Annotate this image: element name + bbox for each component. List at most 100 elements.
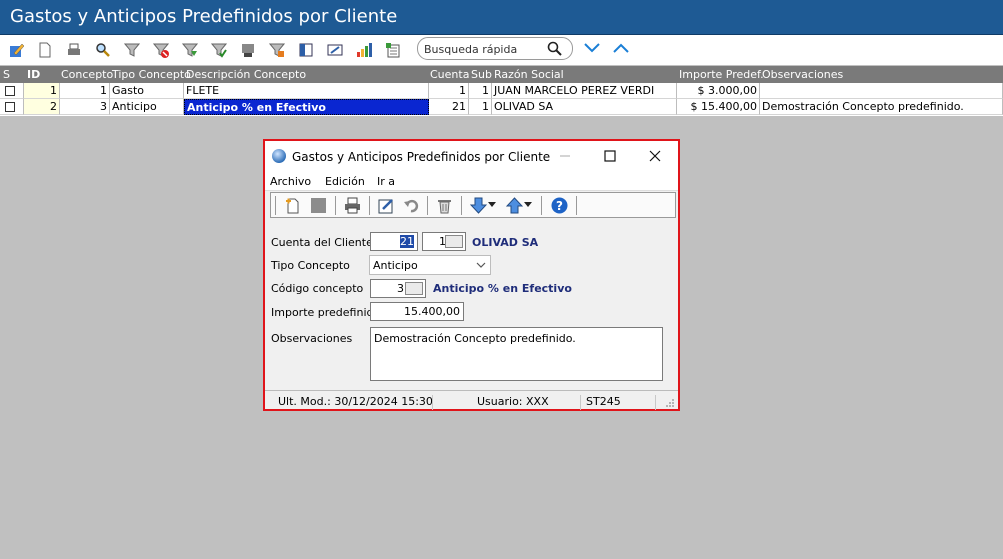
codigo-description: Anticipo % en Efectivo [433,282,572,295]
minimize-icon[interactable] [556,147,574,165]
dialog-title: Gastos y Anticipos Predefinidos por Clie… [292,150,551,164]
edit-icon[interactable] [377,196,395,214]
header-descripcion[interactable]: Descripción Concepto [186,68,306,81]
chevron-down-icon[interactable] [582,40,602,56]
table-row[interactable]: 2 3 Anticipo Anticipo % en Efectivo 21 1… [0,99,1003,115]
search-icon[interactable] [547,41,562,59]
cuenta-value: 21 [400,235,414,248]
new-record-icon[interactable] [283,196,301,214]
table-row[interactable]: 1 1 Gasto FLETE 1 1 JUAN MARCELO PEREZ V… [0,83,1003,99]
cell-observaciones [760,83,1003,99]
codigo-label: Código concepto [271,282,364,295]
importe-label: Importe predefinido [271,306,381,319]
search-input[interactable] [424,41,544,57]
toolbar-separator [335,196,336,215]
lookup-icon[interactable] [405,282,423,295]
chevron-down-icon[interactable] [476,259,486,272]
chevron-down-icon[interactable] [523,196,533,214]
row-checkbox[interactable] [5,86,15,96]
close-icon[interactable] [646,147,664,165]
cell-importe: $ 3.000,00 [677,83,760,99]
observaciones-textarea[interactable]: Demostración Concepto predefinido. [370,327,663,381]
status-separator [580,395,581,410]
layout-icon[interactable] [384,41,401,58]
chevron-up-icon[interactable] [611,40,631,56]
sub-field[interactable]: 1 [422,232,466,251]
columns-icon[interactable] [297,41,314,58]
arrow-down-icon[interactable] [469,196,487,214]
observaciones-label: Observaciones [271,332,353,345]
maximize-icon[interactable] [601,147,619,165]
header-cuenta[interactable]: Cuenta [430,68,469,81]
menu-edicion[interactable]: Edición [325,175,365,188]
toolbar-separator [576,196,577,215]
chart-icon[interactable] [355,41,372,58]
grid-body: 1 1 Gasto FLETE 1 1 JUAN MARCELO PEREZ V… [0,83,1003,116]
delete-icon[interactable] [435,196,453,214]
svg-text:?: ? [556,199,563,213]
print-icon[interactable] [65,41,82,58]
toolbar-separator [427,196,428,215]
status-separator [655,395,656,410]
export-icon[interactable] [239,41,256,58]
last-modified: Ult. Mod.: 30/12/2024 15:30 [278,395,433,408]
help-icon[interactable]: ? [550,196,568,214]
tipo-concepto-select[interactable]: Anticipo [369,255,491,275]
app-globe-icon [272,149,286,163]
header-razon-social[interactable]: Razón Social [494,68,564,81]
status-separator [432,395,433,410]
filter-apply-icon[interactable] [210,41,227,58]
chevron-down-icon[interactable] [487,196,497,214]
sub-value: 1 [439,235,446,248]
dialog-toolbar: ? [270,192,676,218]
row-select-cell[interactable] [0,83,24,99]
cell-cuenta: 1 [429,83,469,99]
header-id[interactable]: ID [27,68,40,81]
lookup-icon[interactable] [445,235,463,248]
row-checkbox[interactable] [5,102,15,112]
filter-down-icon[interactable] [181,41,198,58]
edit-icon[interactable] [7,41,24,58]
cuenta-label: Cuenta del Cliente [271,236,373,249]
cell-id: 1 [24,83,60,99]
remove-filter-icon[interactable] [152,41,169,58]
row-select-cell[interactable] [0,99,24,115]
header-observaciones[interactable]: Observaciones [762,68,843,81]
menu-archivo[interactable]: Archivo [270,175,311,188]
cell-sub: 1 [469,83,492,99]
codigo-value: 3 [397,282,404,295]
status-code: ST245 [586,395,621,408]
header-importe[interactable]: Importe Predef. [679,68,764,81]
undo-icon[interactable] [402,196,420,214]
arrow-up-icon[interactable] [505,196,523,214]
toolbar-separator [541,196,542,215]
filter-icon[interactable] [123,41,140,58]
quick-search[interactable] [417,37,573,60]
header-concepto[interactable]: Concepto [61,68,113,81]
resize-grip-icon[interactable] [666,397,675,410]
cell-concepto: 3 [60,99,110,115]
dialog-menubar: Archivo Edición Ir a [265,171,678,191]
edit-window-icon[interactable] [326,41,343,58]
dialog-titlebar[interactable]: Gastos y Anticipos Predefinidos por Clie… [265,141,678,171]
print-icon[interactable] [343,196,361,214]
importe-field[interactable]: 15.400,00 [370,302,464,321]
cell-cuenta: 21 [429,99,469,115]
cell-observaciones: Demostración Concepto predefinido. [760,99,1003,115]
header-sub[interactable]: Sub [471,68,492,81]
cell-tipo: Gasto [110,83,184,99]
codigo-field[interactable]: 3 [370,279,426,298]
cell-descripcion: FLETE [184,83,429,99]
header-s[interactable]: S [3,68,10,81]
cuenta-field[interactable]: 21 [370,232,418,251]
cell-descripcion-selected[interactable]: Anticipo % en Efectivo [184,99,429,115]
toolbar-separator [275,196,276,215]
save-icon[interactable] [309,196,327,214]
menu-ir-a[interactable]: Ir a [377,175,395,188]
search-icon[interactable] [94,41,111,58]
filter-export-icon[interactable] [268,41,285,58]
cell-sub: 1 [469,99,492,115]
header-tipo-concepto[interactable]: Tipo Concepto [112,68,191,81]
toolbar-separator [369,196,370,215]
new-document-icon[interactable] [36,41,53,58]
